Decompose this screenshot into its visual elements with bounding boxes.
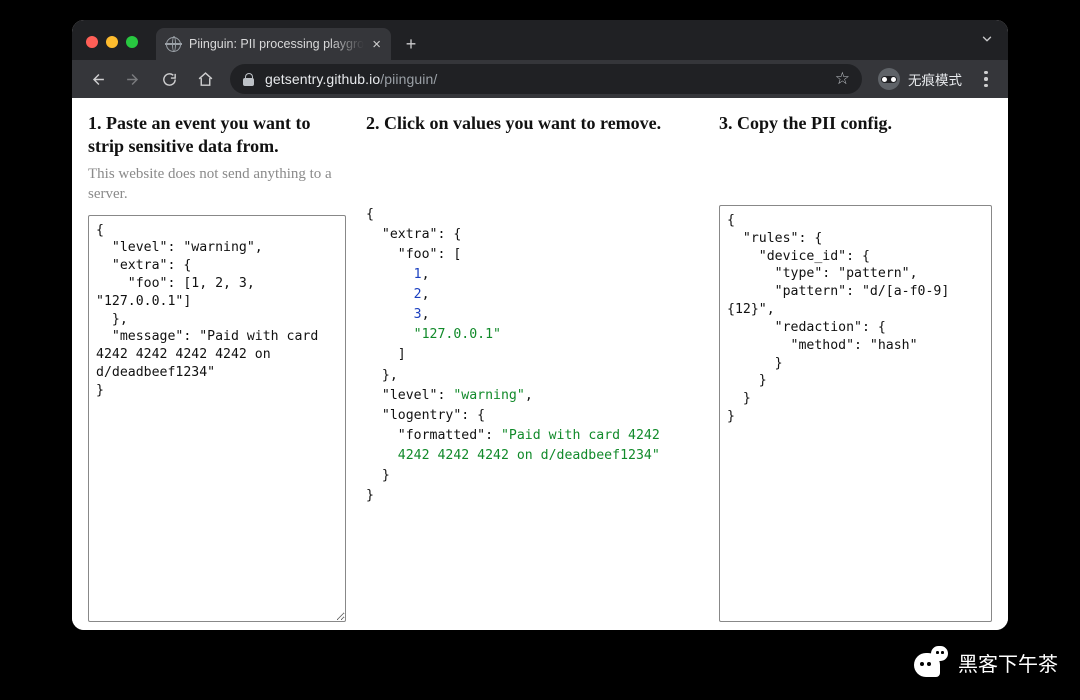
- json-value[interactable]: 3: [414, 307, 422, 322]
- json-value[interactable]: 2: [414, 287, 422, 302]
- watermark: 黑客下午茶: [914, 646, 1058, 678]
- column-output: 3. Copy the PII config.: [709, 112, 1002, 622]
- window-controls: [86, 36, 138, 48]
- address-bar[interactable]: getsentry.github.io/piinguin/ ☆: [230, 64, 862, 94]
- browser-window: Piinguin: PII processing playgro × + get…: [72, 20, 1008, 630]
- col3-heading: 3. Copy the PII config.: [719, 112, 992, 135]
- page-content: 1. Paste an event you want to strip sens…: [72, 98, 1008, 630]
- close-window-button[interactable]: [86, 36, 98, 48]
- forward-button[interactable]: [118, 64, 148, 94]
- json-value[interactable]: "Paid with card 4242: [501, 428, 660, 443]
- col1-subtitle: This website does not send anything to a…: [88, 164, 346, 205]
- pii-config-textarea[interactable]: [719, 205, 992, 622]
- globe-icon: [166, 37, 181, 52]
- incognito-indicator[interactable]: 无痕模式: [878, 68, 962, 90]
- json-preview[interactable]: { "extra": { "foo": [ 1, 2, 3, "127.0.0.…: [366, 141, 699, 506]
- reload-button[interactable]: [154, 64, 184, 94]
- minimize-window-button[interactable]: [106, 36, 118, 48]
- bookmark-star-icon[interactable]: ☆: [835, 69, 850, 89]
- column-input: 1. Paste an event you want to strip sens…: [78, 112, 356, 622]
- incognito-icon: [878, 68, 900, 90]
- wechat-icon: [914, 646, 948, 678]
- maximize-window-button[interactable]: [126, 36, 138, 48]
- browser-menu-button[interactable]: [974, 71, 998, 88]
- new-tab-button[interactable]: +: [398, 31, 424, 57]
- incognito-label: 无痕模式: [908, 69, 962, 89]
- home-button[interactable]: [190, 64, 220, 94]
- json-value[interactable]: "warning": [453, 388, 524, 403]
- tabs-dropdown-button[interactable]: [980, 32, 994, 51]
- col2-heading: 2. Click on values you want to remove.: [366, 112, 699, 135]
- tab-title: Piinguin: PII processing playgro: [189, 37, 364, 51]
- url-text: getsentry.github.io/piinguin/: [265, 71, 825, 87]
- json-value[interactable]: 1: [414, 267, 422, 282]
- column-preview: 2. Click on values you want to remove. {…: [356, 112, 709, 622]
- back-button[interactable]: [82, 64, 112, 94]
- col1-heading: 1. Paste an event you want to strip sens…: [88, 112, 346, 158]
- toolbar: getsentry.github.io/piinguin/ ☆ 无痕模式: [72, 60, 1008, 98]
- tab-strip: Piinguin: PII processing playgro × +: [72, 20, 1008, 60]
- json-value[interactable]: "127.0.0.1": [414, 327, 501, 342]
- close-tab-button[interactable]: ×: [372, 36, 381, 53]
- watermark-text: 黑客下午茶: [958, 648, 1058, 677]
- lock-icon: [242, 73, 255, 86]
- browser-tab[interactable]: Piinguin: PII processing playgro ×: [156, 28, 391, 60]
- event-json-textarea[interactable]: [88, 215, 346, 622]
